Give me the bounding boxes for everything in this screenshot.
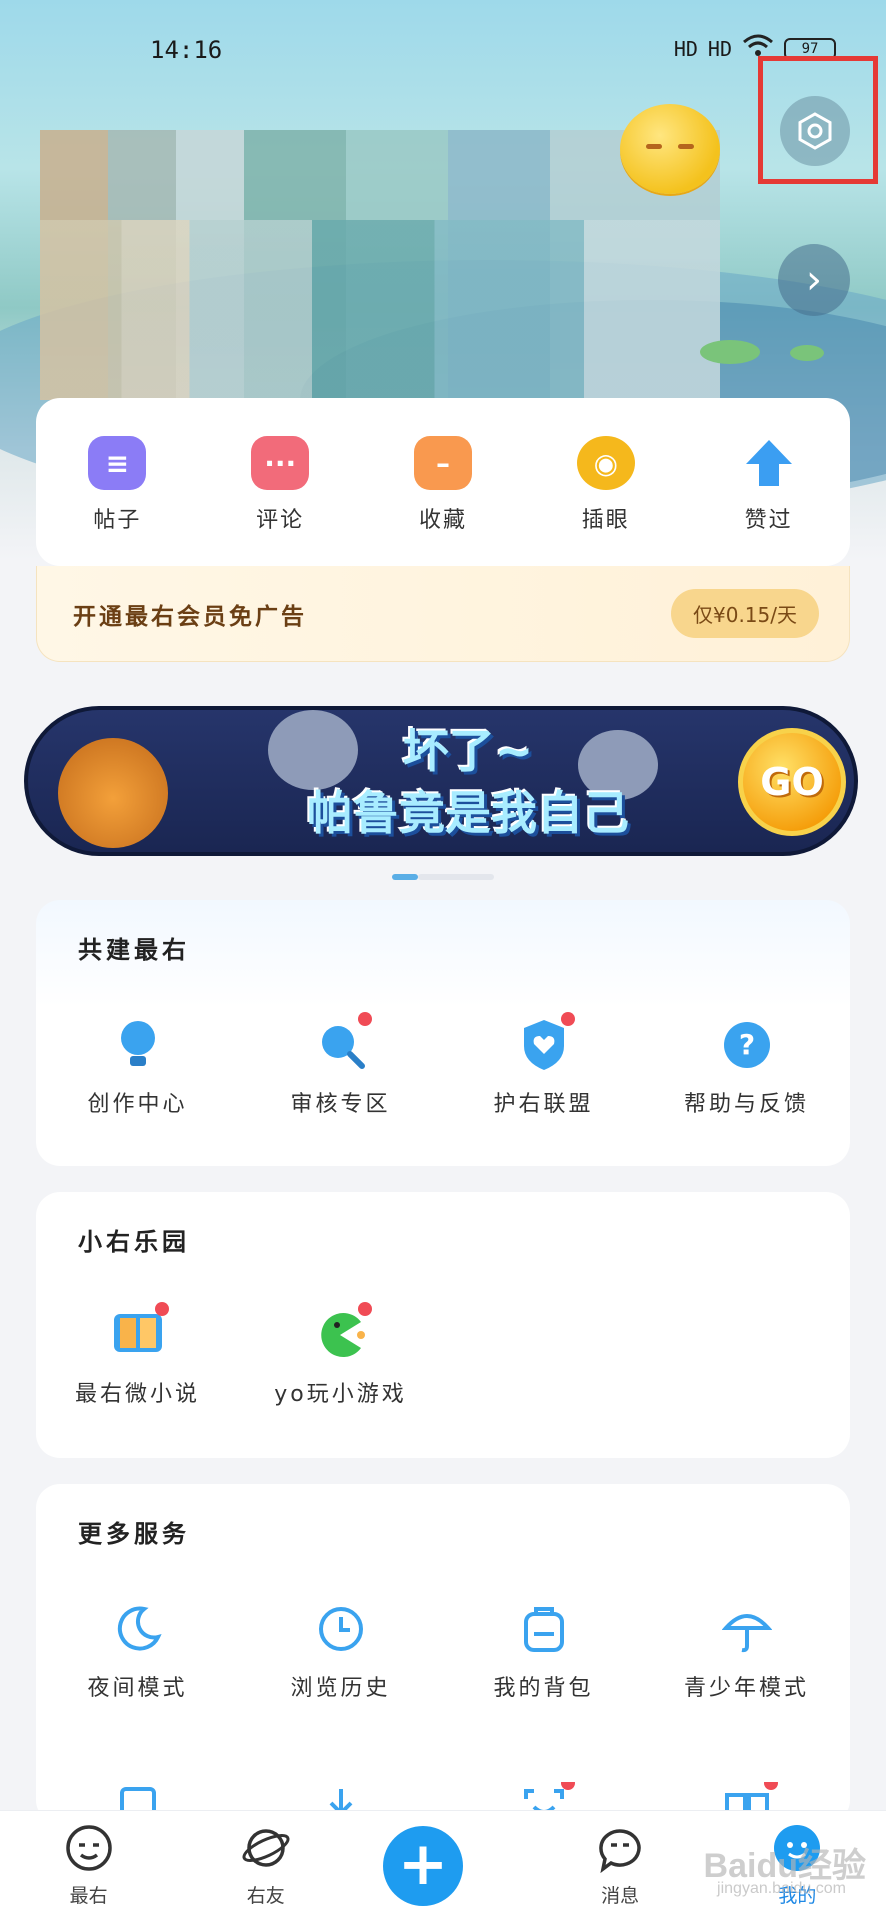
bulb-icon	[111, 1018, 165, 1072]
nav-label: 最右	[69, 1885, 108, 1907]
profile-detail-button[interactable]: ›	[778, 244, 850, 316]
quick-action-bookmarks[interactable]: ◉ 插眼	[536, 436, 676, 534]
post-icon: ≡	[88, 436, 147, 490]
vip-promo-text: 开通最右会员免广告	[73, 603, 307, 630]
grid-item-backpack[interactable]: 我的背包	[442, 1602, 645, 1702]
blurred-profile-info	[40, 130, 720, 400]
banner-go-button[interactable]: GO	[738, 728, 846, 836]
section-grid: 最右微小说 yo玩小游戏	[36, 1302, 850, 1408]
nav-label: 右友	[246, 1885, 285, 1907]
nav-item-create[interactable]: +	[382, 1825, 503, 1906]
grid-item-review-zone[interactable]: 审核专区	[239, 1012, 442, 1118]
banner-title-line1: 坏了~	[402, 724, 534, 778]
nav-item-messages[interactable]: 消息	[560, 1823, 680, 1908]
grid-item-label: 青少年模式	[683, 1676, 809, 1701]
grid-item-creation-center[interactable]: 创作中心	[36, 1018, 239, 1118]
grid-item-help-feedback[interactable]: ? 帮助与反馈	[645, 1018, 848, 1118]
quick-action-label: 插眼	[581, 508, 630, 533]
quick-actions-card: ≡ 帖子 ··· 评论 – 收藏 ◉ 插眼 赞过	[36, 398, 850, 566]
notification-badge	[357, 1012, 372, 1026]
grid-item-label: 创作中心	[87, 1092, 188, 1117]
notification-badge	[357, 1302, 372, 1316]
grid-item-label: 浏览历史	[290, 1676, 391, 1701]
chevron-right-icon: ›	[806, 257, 822, 303]
watermark-url: jingyan.baidu.com	[717, 1880, 846, 1897]
grid-item-label: 护右联盟	[493, 1092, 594, 1117]
home-face-icon	[65, 1825, 112, 1871]
signal-icon: HD	[707, 36, 732, 61]
mascot-avatar	[620, 104, 720, 194]
pacman-icon	[314, 1302, 372, 1362]
section-title: 共建最右	[78, 936, 190, 964]
grid-item-label: yo玩小游戏	[274, 1382, 407, 1407]
search-review-icon	[314, 1012, 372, 1072]
notification-badge	[154, 1302, 169, 1316]
eye-icon: ◉	[576, 436, 635, 490]
nav-item-friends[interactable]: 右友	[206, 1823, 326, 1908]
section-title: 更多服务	[78, 1520, 190, 1548]
signal-icon: HD	[673, 36, 698, 61]
section-title: 小右乐园	[78, 1228, 190, 1256]
section-grid: 夜间模式 浏览历史 我的背包 青少年模式	[36, 1602, 850, 1702]
nav-item-home[interactable]: 最右	[29, 1823, 149, 1908]
quick-action-posts[interactable]: ≡ 帖子	[47, 436, 187, 534]
status-time: 14:16	[150, 36, 223, 64]
quick-action-label: 赞过	[744, 508, 793, 533]
grid-item-guardian-alliance[interactable]: 护右联盟	[442, 1012, 645, 1118]
grid-item-label: 帮助与反馈	[683, 1092, 809, 1117]
folder-icon: –	[413, 436, 472, 490]
carousel-indicator	[392, 874, 494, 880]
backpack-icon	[517, 1602, 571, 1656]
help-icon: ?	[720, 1018, 774, 1072]
banner-title-line2: 帕鲁竟是我自己	[307, 786, 629, 840]
quick-action-label: 评论	[256, 508, 305, 533]
notification-badge	[560, 1012, 575, 1026]
vip-promo-banner[interactable]: 开通最右会员免广告 仅¥0.15/天	[36, 566, 850, 662]
banner-title: 坏了~ 帕鲁竟是我自己	[228, 720, 708, 844]
planet-icon	[242, 1829, 290, 1867]
message-icon	[599, 1829, 641, 1874]
section-more-services: 更多服务 夜间模式 浏览历史 我的背包 青少年模式	[36, 1484, 850, 1824]
comment-icon: ···	[251, 436, 310, 490]
carousel-dot	[418, 874, 494, 880]
status-bar: 14:16 HD HD 97	[0, 30, 886, 70]
grid-item-label: 夜间模式	[87, 1676, 188, 1701]
upvote-icon	[740, 436, 798, 490]
section-community-build: 共建最右 创作中心 审核专区 护右联盟 ? 帮助与反馈	[36, 900, 850, 1166]
svg-text:?: ?	[738, 1028, 754, 1061]
plus-icon: +	[382, 1825, 463, 1906]
grid-item-night-mode[interactable]: 夜间模式	[36, 1602, 239, 1702]
promo-carousel-banner[interactable]: 坏了~ 帕鲁竟是我自己 GO	[24, 706, 858, 856]
annotation-highlight-box	[758, 56, 878, 184]
decorative-fish-icon	[700, 340, 760, 364]
grid-item-browse-history[interactable]: 浏览历史	[239, 1602, 442, 1702]
grid-item-label: 审核专区	[290, 1092, 391, 1117]
quick-action-comments[interactable]: ··· 评论	[210, 436, 350, 534]
grid-item-micro-novel[interactable]: 最右微小说	[36, 1302, 239, 1408]
carousel-dot-active	[392, 874, 418, 880]
clock-icon	[314, 1602, 368, 1656]
grid-item-label: 我的背包	[493, 1676, 594, 1701]
decorative-fish-icon	[790, 345, 824, 361]
quick-action-label: 帖子	[93, 508, 142, 533]
shield-heart-icon	[517, 1012, 575, 1072]
section-fun-park: 小右乐园 最右微小说 yo玩小游戏	[36, 1192, 850, 1458]
section-grid: 创作中心 审核专区 护右联盟 ? 帮助与反馈	[36, 1012, 850, 1118]
quick-action-label: 收藏	[418, 508, 467, 533]
owl-character-image	[58, 738, 168, 848]
grid-item-mini-games[interactable]: yo玩小游戏	[239, 1302, 442, 1408]
book-icon	[111, 1302, 169, 1362]
grid-item-label: 最右微小说	[74, 1382, 200, 1407]
quick-action-favorites[interactable]: – 收藏	[373, 436, 513, 534]
vip-price-button[interactable]: 仅¥0.15/天	[671, 589, 819, 638]
nav-label: 消息	[601, 1885, 640, 1907]
grid-item-teen-mode[interactable]: 青少年模式	[645, 1602, 848, 1702]
quick-action-liked[interactable]: 赞过	[699, 436, 839, 534]
umbrella-icon	[720, 1602, 774, 1656]
moon-icon	[111, 1602, 165, 1656]
